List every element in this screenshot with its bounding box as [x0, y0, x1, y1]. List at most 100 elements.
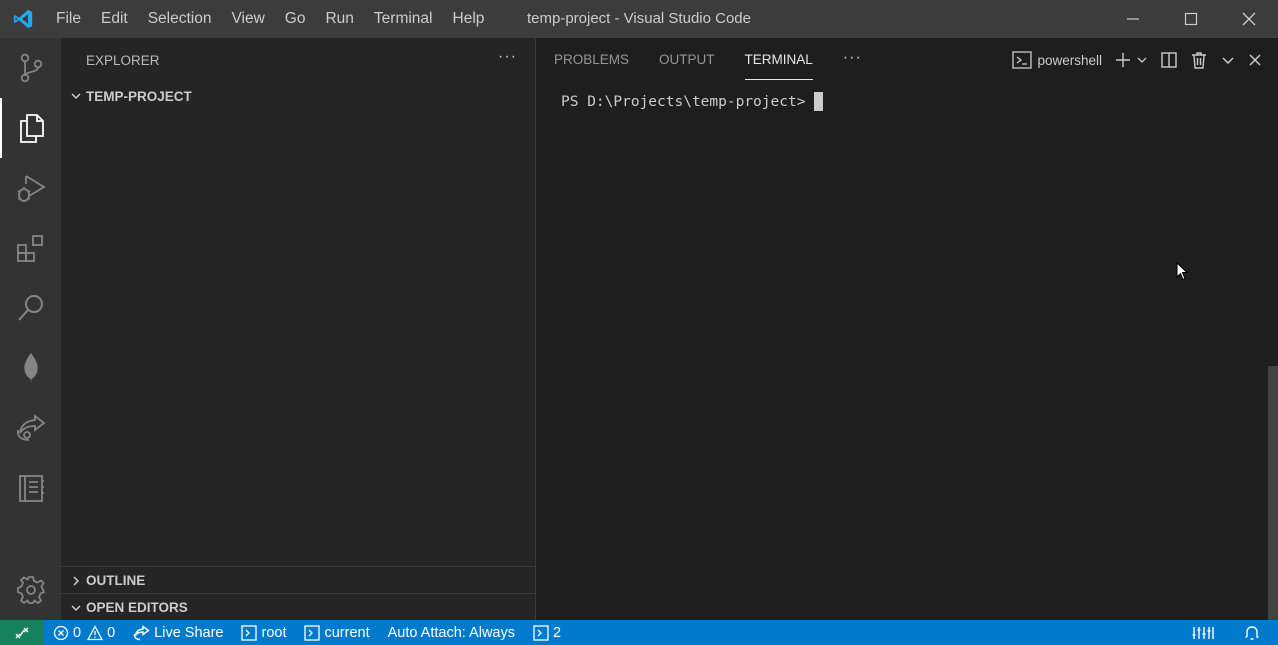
- maximize-button[interactable]: [1162, 0, 1220, 38]
- menu-terminal[interactable]: Terminal: [364, 0, 443, 38]
- terminal-shell-selector[interactable]: powershell: [1006, 38, 1108, 82]
- panel-actions: powershell: [1006, 38, 1268, 82]
- terminal-current-status[interactable]: current: [295, 620, 378, 645]
- tab-output[interactable]: OUTPUT: [659, 38, 715, 82]
- activity-bar: [0, 38, 61, 620]
- error-count: 0: [73, 624, 82, 641]
- menu-edit[interactable]: Edit: [91, 0, 138, 38]
- source-control-icon: [20, 53, 42, 83]
- menu-run[interactable]: Run: [315, 0, 363, 38]
- tab-terminal[interactable]: TERMINAL: [744, 38, 814, 82]
- terminal-root-status[interactable]: root: [232, 620, 295, 645]
- notebook-icon: [18, 475, 44, 502]
- open-editors-section[interactable]: OPEN EDITORS: [61, 593, 535, 621]
- warning-icon: [87, 624, 104, 640]
- chevron-down-icon: [67, 602, 85, 614]
- trash-icon: [1192, 52, 1206, 69]
- maximize-panel-button[interactable]: [1214, 38, 1242, 82]
- activity-source-control[interactable]: [0, 38, 61, 98]
- split-icon: [1161, 52, 1177, 68]
- explorer-icon: [19, 114, 44, 143]
- warning-count: 0: [107, 624, 116, 641]
- chevron-down-icon: [1222, 57, 1234, 65]
- explorer-sidebar: EXPLORER ··· TEMP-PROJECT OUTLINE OPEN E…: [61, 38, 535, 620]
- activity-extensions[interactable]: [0, 218, 61, 278]
- remote-indicator[interactable]: [0, 620, 44, 645]
- activity-notebook[interactable]: [0, 458, 61, 518]
- menu-bar: File Edit Selection View Go Run Terminal…: [46, 0, 494, 38]
- close-icon: [1242, 12, 1256, 26]
- auto-attach-status[interactable]: Auto Attach: Always: [379, 620, 524, 645]
- terminal-panel: PROBLEMS OUTPUT TERMINAL ··· powershell …: [535, 38, 1278, 620]
- terminal-count-status[interactable]: 2: [524, 620, 570, 645]
- status-bar: 0 0 Live Share root current Auto Attach:…: [0, 620, 1278, 645]
- terminal-icon: [533, 624, 549, 641]
- window-controls: [1104, 0, 1278, 38]
- new-terminal-button[interactable]: [1108, 38, 1154, 82]
- activity-run-debug[interactable]: [0, 158, 61, 218]
- chevron-down-icon: [67, 90, 85, 102]
- open-editors-label: OPEN EDITORS: [86, 600, 188, 615]
- chevron-right-icon: [67, 575, 85, 587]
- activity-manage[interactable]: [0, 560, 61, 620]
- close-panel-button[interactable]: [1242, 38, 1268, 82]
- terminal-count: 2: [552, 624, 562, 641]
- explorer-title: EXPLORER: [86, 52, 160, 68]
- menu-file[interactable]: File: [46, 0, 91, 38]
- mouse-pointer-icon: [1176, 262, 1189, 281]
- maximize-icon: [1184, 12, 1198, 26]
- explorer-more-actions-button[interactable]: ···: [498, 48, 517, 66]
- activity-mongodb[interactable]: [0, 338, 61, 398]
- remote-icon: [15, 627, 29, 638]
- terminal-current-label: current: [324, 624, 370, 641]
- mongodb-leaf-icon: [23, 353, 38, 383]
- plus-icon: [1116, 53, 1130, 67]
- live-share-icon: [133, 624, 150, 640]
- kill-terminal-button[interactable]: [1184, 38, 1214, 82]
- menu-view[interactable]: View: [221, 0, 274, 38]
- terminal-root-label: root: [261, 624, 287, 641]
- terminal-icon: [304, 624, 321, 641]
- search-icon: [17, 295, 43, 321]
- live-share-icon: [16, 414, 45, 441]
- folder-section-temp-project[interactable]: TEMP-PROJECT: [61, 82, 535, 110]
- terminal-icon: [241, 624, 258, 641]
- status-right: [1180, 620, 1278, 645]
- live-share-label: Live Share: [154, 624, 224, 641]
- vscode-logo-icon[interactable]: [0, 0, 46, 38]
- shell-name: powershell: [1037, 52, 1102, 68]
- activity-live-share[interactable]: [0, 398, 61, 458]
- layout-status-button[interactable]: [1180, 620, 1230, 645]
- panel-more-tabs-button[interactable]: ···: [843, 38, 862, 82]
- close-icon: [1249, 54, 1261, 66]
- activity-search[interactable]: [0, 278, 61, 338]
- gear-icon: [16, 576, 45, 605]
- bell-icon: [1245, 625, 1259, 640]
- live-share-status[interactable]: Live Share: [124, 620, 232, 645]
- minimize-button[interactable]: [1104, 0, 1162, 38]
- chevron-down-icon: [1137, 57, 1147, 63]
- split-terminal-button[interactable]: [1154, 38, 1184, 82]
- auto-attach-label: Auto Attach: Always: [387, 624, 515, 641]
- extensions-icon: [16, 235, 43, 262]
- error-icon: [53, 625, 69, 640]
- activity-explorer[interactable]: [0, 98, 61, 158]
- terminal-scrollbar[interactable]: [1268, 366, 1278, 620]
- notifications-button[interactable]: [1230, 620, 1278, 645]
- terminal-cursor: [814, 92, 824, 111]
- menu-go[interactable]: Go: [275, 0, 316, 38]
- terminal-output[interactable]: PS D:\Projects\temp-project>: [561, 92, 824, 111]
- menu-help[interactable]: Help: [443, 0, 495, 38]
- terminal-icon: [1012, 51, 1033, 69]
- folder-label: TEMP-PROJECT: [86, 88, 192, 104]
- title-bar: File Edit Selection View Go Run Terminal…: [0, 0, 1278, 38]
- problems-status[interactable]: 0 0: [44, 620, 124, 645]
- menu-selection[interactable]: Selection: [138, 0, 222, 38]
- outline-section[interactable]: OUTLINE: [61, 566, 535, 594]
- sliders-icon: [1192, 626, 1214, 639]
- explorer-header: EXPLORER ···: [61, 38, 535, 82]
- outline-label: OUTLINE: [86, 573, 146, 588]
- close-window-button[interactable]: [1220, 0, 1278, 38]
- run-debug-icon: [17, 175, 46, 202]
- tab-problems[interactable]: PROBLEMS: [554, 38, 629, 82]
